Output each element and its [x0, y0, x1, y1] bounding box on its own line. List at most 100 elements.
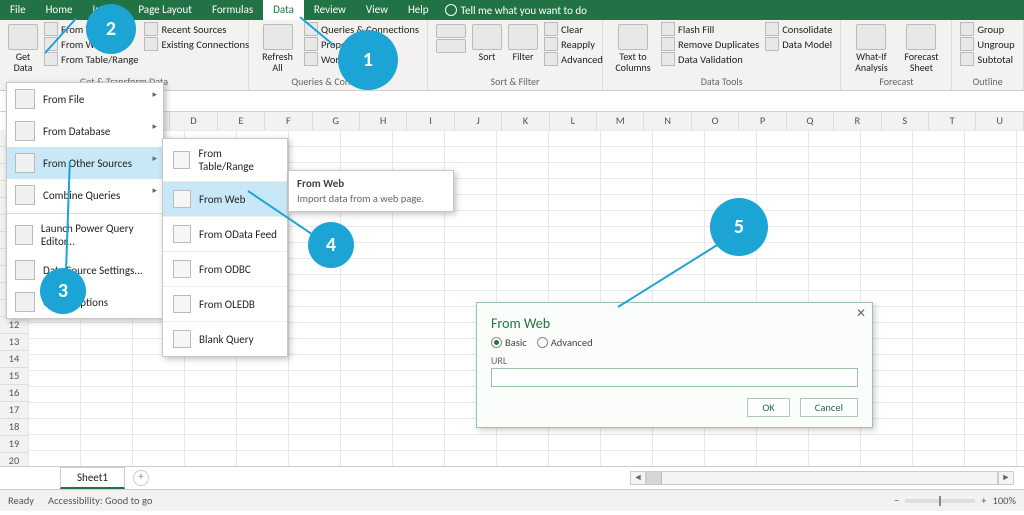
submenu-item-icon [173, 330, 191, 348]
data-validation[interactable]: Data Validation [661, 52, 759, 66]
tab-help[interactable]: Help [398, 0, 439, 20]
col-N[interactable]: N [644, 112, 691, 130]
data-model[interactable]: Data Model [765, 37, 832, 51]
col-Q[interactable]: Q [787, 112, 834, 130]
submenu-item-icon [173, 225, 191, 243]
col-S[interactable]: S [882, 112, 929, 130]
zoom-plus[interactable]: + [981, 494, 986, 507]
row-18[interactable]: 18 [0, 419, 28, 436]
submenu-item-from-odbc[interactable]: From ODBC [163, 252, 287, 286]
menu-item-data-source-settings-[interactable]: Data Source Settings... [7, 254, 163, 286]
zoom-value[interactable]: 100% [993, 494, 1016, 507]
sort-az-button[interactable] [436, 22, 466, 53]
col-H[interactable]: H [360, 112, 407, 130]
col-G[interactable]: G [313, 112, 360, 130]
row-17[interactable]: 17 [0, 402, 28, 419]
submenu-item-from-web[interactable]: From Web [163, 182, 287, 216]
col-I[interactable]: I [407, 112, 454, 130]
radio-advanced[interactable]: Advanced [537, 336, 593, 349]
refresh-all-button[interactable]: Refresh All [257, 22, 298, 73]
menu-item-from-other-sources[interactable]: From Other Sources [7, 147, 163, 179]
tab-review[interactable]: Review [304, 0, 356, 20]
menu-item-combine-queries[interactable]: Combine Queries [7, 179, 163, 211]
tooltip-body: Import data from a web page. [297, 192, 445, 205]
col-T[interactable]: T [929, 112, 976, 130]
col-M[interactable]: M [597, 112, 644, 130]
advanced-filter[interactable]: Advanced [544, 52, 603, 66]
reapply-filter[interactable]: Reapply [544, 37, 603, 51]
zoom-slider[interactable] [905, 499, 975, 503]
h-scroll[interactable]: ◄ ► [630, 471, 1014, 485]
col-K[interactable]: K [502, 112, 549, 130]
column-headers[interactable]: ABCDEFGHIJKLMNOPQRSTU [28, 112, 1024, 131]
col-D[interactable]: D [170, 112, 217, 130]
menu-item-from-file[interactable]: From File [7, 83, 163, 115]
from-table-range[interactable]: From Table/Range [44, 52, 138, 66]
col-L[interactable]: L [550, 112, 597, 130]
row-19[interactable]: 19 [0, 436, 28, 453]
dialog-close-icon[interactable]: ✕ [856, 306, 866, 321]
clear-filter[interactable]: Clear [544, 22, 603, 36]
menu-item-from-database[interactable]: From Database [7, 115, 163, 147]
col-J[interactable]: J [455, 112, 502, 130]
ok-button[interactable]: OK [747, 398, 789, 417]
tab-formulas[interactable]: Formulas [202, 0, 263, 20]
sheet1-tab[interactable]: Sheet1 [60, 467, 125, 489]
scroll-right-icon[interactable]: ► [998, 471, 1014, 485]
consolidate[interactable]: Consolidate [765, 22, 832, 36]
zoom-minus[interactable]: − [894, 494, 899, 507]
col-R[interactable]: R [834, 112, 881, 130]
submenu-item-from-odata-feed[interactable]: From OData Feed [163, 217, 287, 251]
url-input[interactable] [491, 368, 858, 387]
text-to-columns-icon [618, 24, 648, 50]
col-P[interactable]: P [739, 112, 786, 130]
remove-duplicates[interactable]: Remove Duplicates [661, 37, 759, 51]
tell-me[interactable]: Tell me what you want to do [439, 0, 587, 20]
scroll-left-icon[interactable]: ◄ [630, 471, 646, 485]
col-O[interactable]: O [692, 112, 739, 130]
submenu-item-from-table-range[interactable]: From Table/Range [163, 139, 287, 181]
row-14[interactable]: 14 [0, 351, 28, 368]
filter-button[interactable]: Filter [508, 22, 538, 62]
group-rows[interactable]: Group [960, 22, 1014, 36]
from-web-tooltip: From Web Import data from a web page. [288, 170, 454, 212]
col-F[interactable]: F [265, 112, 312, 130]
sort-button[interactable]: Sort [472, 22, 502, 62]
tab-home[interactable]: Home [36, 0, 83, 20]
callout-5: 5 [710, 198, 768, 256]
text-to-columns-button[interactable]: Text to Columns [611, 22, 655, 73]
tab-file[interactable]: File [0, 0, 36, 20]
row-12[interactable]: 12 [0, 317, 28, 334]
tooltip-title: From Web [297, 177, 445, 190]
callout-4: 4 [308, 222, 354, 268]
menu-item-icon [15, 225, 33, 245]
existing-connections[interactable]: Existing Connections [144, 37, 249, 51]
menu-item-launch-power-query-editor-[interactable]: Launch Power Query Editor... [7, 216, 163, 254]
sort-za-icon [436, 39, 466, 53]
col-E[interactable]: E [218, 112, 265, 130]
flash-fill[interactable]: Flash Fill [661, 22, 759, 36]
get-data-button[interactable]: Get Data [8, 22, 38, 73]
row-20[interactable]: 20 [0, 453, 28, 466]
row-13[interactable]: 13 [0, 334, 28, 351]
row-16[interactable]: 16 [0, 385, 28, 402]
ungroup-rows[interactable]: Ungroup [960, 37, 1014, 51]
menu-item-icon [15, 185, 35, 205]
col-U[interactable]: U [976, 112, 1023, 130]
row-15[interactable]: 15 [0, 368, 28, 385]
forecast-icon [906, 24, 936, 50]
subtotal[interactable]: Subtotal [960, 52, 1014, 66]
get-data-label: Get Data [14, 51, 33, 73]
cancel-button[interactable]: Cancel [800, 398, 858, 417]
what-if-button[interactable]: What-If Analysis [849, 22, 893, 73]
tab-view[interactable]: View [356, 0, 398, 20]
submenu-item-blank-query[interactable]: Blank Query [163, 322, 287, 356]
add-sheet-button[interactable]: + [133, 470, 149, 486]
radio-basic[interactable]: Basic [491, 336, 527, 349]
recent-sources[interactable]: Recent Sources [144, 22, 249, 36]
tab-page-layout[interactable]: Page Layout [128, 0, 202, 20]
submenu-item-from-oledb[interactable]: From OLEDB [163, 287, 287, 321]
submenu-item-icon [173, 151, 190, 169]
tab-data[interactable]: Data [263, 0, 304, 20]
forecast-sheet-button[interactable]: Forecast Sheet [899, 22, 943, 73]
